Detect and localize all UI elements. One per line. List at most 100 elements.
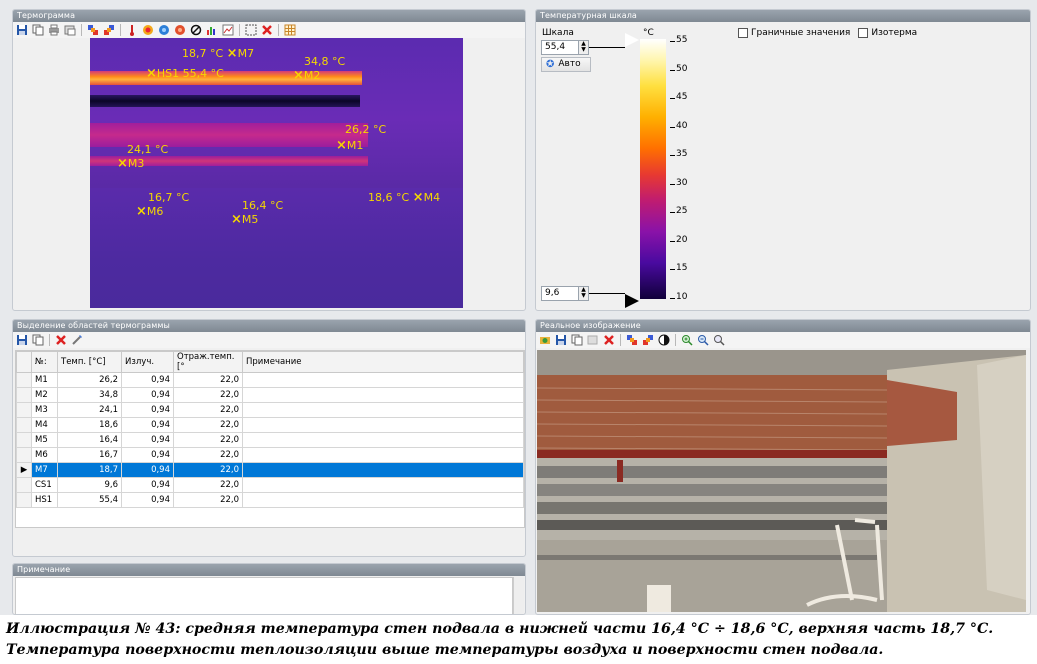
cell-note[interactable] [242, 432, 524, 448]
cell-id[interactable]: M4 [31, 417, 58, 433]
spinner-arrows-icon[interactable]: ▲ ▼ [578, 287, 588, 300]
scale-min-input[interactable]: 9,6 ▲ ▼ [541, 286, 589, 301]
cell-note[interactable] [242, 417, 524, 433]
table-row[interactable]: M2 34,8 0,94 22,0 [16, 387, 524, 403]
select-region-icon[interactable] [244, 23, 258, 37]
cell-id[interactable]: M1 [31, 372, 58, 388]
table-row[interactable]: M4 18,6 0,94 22,0 [16, 417, 524, 433]
column-header-refl[interactable]: Отраж.темп. [° [173, 351, 243, 373]
row-pointer-icon[interactable]: ▶ [16, 462, 32, 478]
cell-emissivity[interactable]: 0,94 [121, 372, 174, 388]
copy-icon[interactable] [31, 23, 45, 37]
export-icon[interactable] [586, 333, 600, 347]
row-indicator[interactable] [16, 432, 32, 448]
cell-temp[interactable]: 55,4 [57, 492, 122, 508]
boundary-values-checkbox[interactable]: Граничные значения [738, 28, 850, 38]
hotspot-icon[interactable] [141, 23, 155, 37]
table-row[interactable]: HS1 55,4 0,94 22,0 [16, 492, 524, 508]
row-indicator[interactable] [16, 372, 32, 388]
delete-icon[interactable] [260, 23, 274, 37]
row-indicator[interactable] [16, 402, 32, 418]
max-handle-icon[interactable] [625, 33, 639, 47]
cell-id[interactable]: M6 [31, 447, 58, 463]
delete-icon[interactable] [54, 333, 68, 347]
save-icon[interactable] [15, 23, 29, 37]
table-row[interactable]: M1 26,2 0,94 22,0 [16, 372, 524, 388]
open-icon[interactable] [538, 333, 552, 347]
checkbox-box[interactable] [858, 28, 869, 38]
cell-emissivity[interactable]: 0,94 [121, 387, 174, 403]
table-row[interactable]: M5 16,4 0,94 22,0 [16, 432, 524, 448]
cell-reflected-temp[interactable]: 22,0 [173, 462, 243, 478]
isotherm-checkbox[interactable]: Изотерма [858, 28, 917, 38]
cell-temp[interactable]: 18,7 [57, 462, 122, 478]
zoom-in-icon[interactable] [680, 333, 694, 347]
row-indicator[interactable] [16, 492, 32, 508]
column-header-temp[interactable]: Темп. [°C] [57, 351, 122, 373]
scale-max-input[interactable]: 55,4 ▲ ▼ [541, 40, 589, 55]
histogram-icon[interactable] [205, 23, 219, 37]
row-indicator[interactable] [16, 417, 32, 433]
cell-id[interactable]: M7 [31, 462, 58, 478]
cell-temp[interactable]: 18,6 [57, 417, 122, 433]
table-row[interactable]: M6 16,7 0,94 22,0 [16, 447, 524, 463]
cell-reflected-temp[interactable]: 22,0 [173, 492, 243, 508]
checkbox-box[interactable] [738, 28, 748, 38]
zoom-fit-icon[interactable] [712, 333, 726, 347]
cell-id[interactable]: M3 [31, 402, 58, 418]
min-handle-icon[interactable] [625, 294, 639, 308]
cell-reflected-temp[interactable]: 22,0 [173, 477, 243, 493]
cell-emissivity[interactable]: 0,94 [121, 432, 174, 448]
row-indicator[interactable] [16, 387, 32, 403]
column-header-emis[interactable]: Излуч. [121, 351, 174, 373]
cell-emissivity[interactable]: 0,94 [121, 492, 174, 508]
cell-emissivity[interactable]: 0,94 [121, 462, 174, 478]
cell-temp[interactable]: 9,6 [57, 477, 122, 493]
cell-note[interactable] [242, 372, 524, 388]
cell-note[interactable] [242, 462, 524, 478]
column-header-note[interactable]: Примечание [242, 351, 524, 373]
export-icon[interactable] [63, 23, 77, 37]
edit-icon[interactable] [70, 333, 84, 347]
row-indicator[interactable] [16, 447, 32, 463]
cell-temp[interactable]: 34,8 [57, 387, 122, 403]
thermometer-icon[interactable] [125, 23, 139, 37]
palette-swap-icon[interactable] [86, 23, 100, 37]
copy-icon[interactable] [31, 333, 45, 347]
cell-reflected-temp[interactable]: 22,0 [173, 432, 243, 448]
cell-id[interactable]: M5 [31, 432, 58, 448]
cell-note[interactable] [242, 402, 524, 418]
cell-id[interactable]: M2 [31, 387, 58, 403]
notes-textarea[interactable] [15, 577, 513, 614]
table-row[interactable]: ▶ M7 18,7 0,94 22,0 [16, 462, 524, 478]
cell-temp[interactable]: 24,1 [57, 402, 122, 418]
cell-id[interactable]: HS1 [31, 492, 58, 508]
cell-reflected-temp[interactable]: 22,0 [173, 447, 243, 463]
cell-reflected-temp[interactable]: 22,0 [173, 372, 243, 388]
disable-icon[interactable] [189, 23, 203, 37]
profile-icon[interactable] [221, 23, 235, 37]
palette-swap-2-icon[interactable] [102, 23, 116, 37]
save-icon[interactable] [15, 333, 29, 347]
coldspot-icon[interactable] [157, 23, 171, 37]
column-header-id[interactable]: №: [31, 351, 58, 373]
cell-reflected-temp[interactable]: 22,0 [173, 387, 243, 403]
save-icon[interactable] [554, 333, 568, 347]
copy-icon[interactable] [570, 333, 584, 347]
cell-reflected-temp[interactable]: 22,0 [173, 417, 243, 433]
cell-id[interactable]: CS1 [31, 477, 58, 493]
notes-scrollbar[interactable] [513, 577, 524, 614]
spot-icon[interactable] [173, 23, 187, 37]
cell-emissivity[interactable]: 0,94 [121, 477, 174, 493]
palette-swap-icon[interactable] [625, 333, 639, 347]
cell-note[interactable] [242, 477, 524, 493]
cell-temp[interactable]: 16,7 [57, 447, 122, 463]
row-indicator[interactable] [16, 477, 32, 493]
cell-note[interactable] [242, 387, 524, 403]
palette-swap-2-icon[interactable] [641, 333, 655, 347]
delete-icon[interactable] [602, 333, 616, 347]
zoom-out-icon[interactable] [696, 333, 710, 347]
cell-temp[interactable]: 16,4 [57, 432, 122, 448]
cell-reflected-temp[interactable]: 22,0 [173, 402, 243, 418]
cell-note[interactable] [242, 447, 524, 463]
